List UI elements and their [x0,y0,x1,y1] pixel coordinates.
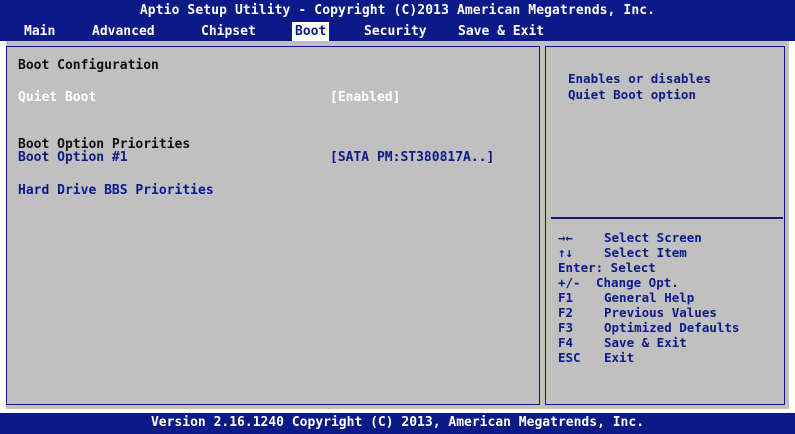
up-down-arrows-icon: ↑↓ [558,245,574,260]
footer-bar: Version 2.16.1240 Copyright (C) 2013, Am… [0,413,795,434]
quiet-boot-label[interactable]: Quiet Boot [18,90,96,105]
help-text-line-1: Enables or disables [568,71,711,86]
key-f2-desc: Previous Values [604,305,717,320]
help-divider [551,217,783,219]
version-footer: Version 2.16.1240 Copyright (C) 2013, Am… [150,415,645,430]
key-enter-select: Enter: Select [558,260,656,275]
tab-boot[interactable]: Boot [292,22,330,41]
key-esc-desc: Exit [604,350,635,365]
boot-configuration-header: Boot Configuration [18,58,159,73]
hdd-bbs-priorities-link[interactable]: Hard Drive BBS Priorities [18,183,214,198]
key-f3: F3 [558,320,574,335]
boot-option-1-label[interactable]: Boot Option #1 [18,150,128,165]
tab-chipset[interactable]: Chipset [198,22,259,41]
key-change-desc: Change Opt. [596,275,679,290]
bios-setup-screen: Aptio Setup Utility - Copyright (C)2013 … [0,0,795,434]
key-f2: F2 [558,305,574,320]
utility-title: Aptio Setup Utility - Copyright (C)2013 … [139,3,656,18]
boot-option-1-value[interactable]: [SATA PM:ST380817A..] [330,150,494,165]
tab-bar: Main Advanced Chipset Boot Security Save… [0,22,795,41]
key-f3-desc: Optimized Defaults [604,320,740,335]
quiet-boot-value[interactable]: [Enabled] [330,90,400,105]
help-text-line-2: Quiet Boot option [568,87,696,102]
tab-advanced[interactable]: Advanced [89,22,158,41]
key-select-screen-desc: Select Screen [604,230,702,245]
tab-save-exit[interactable]: Save & Exit [455,22,547,41]
key-f1: F1 [558,290,574,305]
key-f4: F4 [558,335,574,350]
key-select-item-desc: Select Item [604,245,687,260]
key-f1-desc: General Help [604,290,695,305]
tab-main[interactable]: Main [21,22,58,41]
key-f4-desc: Save & Exit [604,335,687,350]
tab-security[interactable]: Security [361,22,430,41]
key-esc: ESC [558,350,581,365]
title-bar: Aptio Setup Utility - Copyright (C)2013 … [0,0,795,41]
key-change: +/- [558,275,581,290]
left-right-arrows-icon: →← [558,230,574,245]
